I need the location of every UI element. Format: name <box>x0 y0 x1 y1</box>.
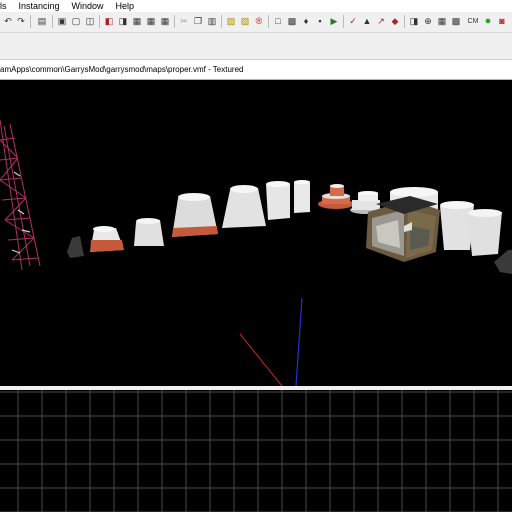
cylinder-prop-2[interactable] <box>134 218 164 246</box>
run-map-button[interactable]: ▶ <box>328 15 340 27</box>
grid-lines <box>0 390 512 512</box>
menu-tools[interactable]: ls <box>0 0 13 12</box>
check-button[interactable]: ✓ <box>347 15 359 27</box>
grid-button[interactable]: ▦ <box>436 15 448 27</box>
cylinder-prop-4[interactable] <box>294 180 310 213</box>
displacement-button[interactable]: ▲ <box>361 15 373 27</box>
main-toolbar: ↶ ↷ ▤ ▣ ▢ ◫ ◧ ◨ ▦ ▦ ▦ ✂ ❐ ▥ ▧ ▨ ® □ ▩ ♦ … <box>0 12 512 33</box>
cylinder-prop-5[interactable] <box>440 201 474 250</box>
texture-lock-button[interactable]: ▧ <box>225 15 237 27</box>
green-leaf-button[interactable]: ● <box>482 15 494 27</box>
entity-report-button[interactable]: ▦ <box>159 15 171 27</box>
cylinder-prop-3[interactable] <box>266 181 290 220</box>
menu-window[interactable]: Window <box>66 0 110 12</box>
undo-button[interactable]: ↶ <box>2 15 14 27</box>
copy-button[interactable]: ❐ <box>192 15 204 27</box>
selection-box-button[interactable]: □ <box>272 15 284 27</box>
toolbar-separator <box>268 15 269 28</box>
entity-button[interactable]: ▩ <box>286 15 298 27</box>
toolbar-separator <box>404 15 405 28</box>
hollow-button[interactable]: ▦ <box>131 15 143 27</box>
cylinder-prop-6[interactable] <box>468 209 502 256</box>
grid-2d <box>0 390 512 512</box>
cut-button[interactable]: ✂ <box>178 15 190 27</box>
decal-button[interactable]: ♦ <box>300 15 312 27</box>
menu-instancing[interactable]: Instancing <box>13 0 66 12</box>
overlay-button[interactable]: ▪ <box>314 15 326 27</box>
clip-button[interactable]: ◨ <box>117 15 129 27</box>
hide-button[interactable]: ◫ <box>84 15 96 27</box>
3d-viewport[interactable] <box>0 80 512 386</box>
viewport-title-bar: amApps\common\GarrysMod\garrysmod\maps\p… <box>0 60 512 80</box>
2d-viewport[interactable] <box>0 390 512 512</box>
cordon-button[interactable]: ⊕ <box>422 15 434 27</box>
path-button[interactable]: ↗ <box>375 15 387 27</box>
cm-button[interactable]: CM <box>465 15 481 27</box>
sort-button[interactable]: ◨ <box>408 15 420 27</box>
ungroup-button[interactable]: ▢ <box>70 15 82 27</box>
small-dark-cylinder[interactable] <box>67 236 84 258</box>
secondary-toolbar-area <box>0 33 512 60</box>
redo-button[interactable]: ↷ <box>15 15 27 27</box>
no-draw-button[interactable]: ◙ <box>496 15 508 27</box>
3d-scene <box>0 119 512 386</box>
toolbar-separator <box>99 15 100 28</box>
group-button[interactable]: ▣ <box>56 15 68 27</box>
paste-button[interactable]: ▥ <box>206 15 218 27</box>
cone-prop-1[interactable] <box>172 193 218 237</box>
model-button[interactable]: ◆ <box>389 15 401 27</box>
compile-button[interactable]: ▤ <box>36 15 48 27</box>
carve-button[interactable]: ◧ <box>103 15 115 27</box>
toolbar-separator <box>174 15 175 28</box>
axis-blue-line <box>295 297 303 386</box>
toolbar-separator <box>52 15 53 28</box>
toolbar-separator <box>343 15 344 28</box>
menu-help[interactable]: Help <box>110 0 141 12</box>
toolbar-separator <box>221 15 222 28</box>
texture-button[interactable]: ▦ <box>145 15 157 27</box>
cylinder-prop-1[interactable] <box>90 226 124 252</box>
axis-red-line <box>239 333 283 386</box>
stacked-cake-prop[interactable] <box>318 184 354 209</box>
menu-bar: ls Instancing Window Help <box>0 0 512 12</box>
lattice-tower[interactable] <box>0 119 41 271</box>
document-title: amApps\common\GarrysMod\garrysmod\maps\p… <box>0 65 244 74</box>
radius-button[interactable]: ® <box>253 15 265 27</box>
texture-scale-button[interactable]: ▨ <box>239 15 251 27</box>
cone-prop-2[interactable] <box>222 185 266 228</box>
view-button[interactable]: ▩ <box>450 15 462 27</box>
toolbar-separator <box>30 15 31 28</box>
